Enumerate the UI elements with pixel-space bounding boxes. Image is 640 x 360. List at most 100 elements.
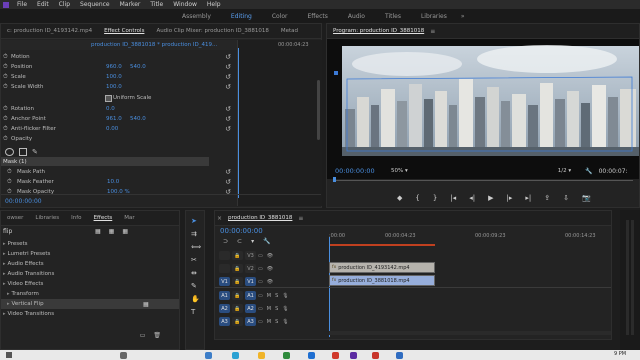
premiere-taskbar-icon[interactable] (350, 352, 357, 359)
ec-tab[interactable]: Audio Clip Mixer: production ID_3881018 (150, 28, 274, 34)
timeline-timecode[interactable]: 00:00:00:00 (220, 227, 263, 235)
sync-lock-icon[interactable]: ▭ (258, 279, 263, 285)
reset-icon[interactable]: ↺ (225, 53, 231, 61)
reset-icon[interactable]: ↺ (225, 83, 231, 91)
reset-icon[interactable]: ↺ (225, 105, 231, 113)
monitor-scrubber[interactable] (333, 180, 633, 181)
stopwatch-icon[interactable]: ⏱ (1, 105, 11, 113)
effects-tree-item[interactable]: ▸ Audio Effects (1, 259, 179, 269)
effects-panel-tab[interactable]: Mar (118, 215, 140, 221)
ellipse-mask-icon[interactable] (5, 148, 14, 156)
timeline-scrollbar[interactable] (329, 331, 611, 335)
workspace-tab-audio[interactable]: Audio (338, 13, 375, 20)
track-name[interactable]: V1 (245, 277, 256, 286)
solo-button[interactable]: S (275, 319, 278, 325)
taskbar-app-icon[interactable] (308, 352, 315, 359)
reset-icon[interactable]: ↺ (225, 63, 231, 71)
property-row[interactable]: ⏱ Opacity (1, 134, 237, 144)
stopwatch-icon[interactable]: ⏱ (1, 115, 11, 123)
lift-icon[interactable]: ⇪ (544, 194, 550, 202)
add-marker-timeline-icon[interactable]: ▾ (251, 238, 254, 245)
linked-selection-icon[interactable]: ⊂ (237, 238, 242, 245)
menu-help[interactable]: Help (202, 1, 226, 8)
effects-tree-item[interactable]: ▸ Video Effects (1, 279, 179, 289)
effects-tree-item[interactable]: ▸ Presets (1, 239, 179, 249)
mic-icon[interactable]: 🎙 (282, 293, 288, 299)
sequence-tab[interactable]: production ID_3881018 (222, 215, 298, 221)
mask-property-row[interactable]: ⏱ Mask Path ↺ (1, 167, 237, 177)
property-value[interactable]: 100.0 (106, 74, 130, 80)
property-value[interactable]: 0.0 (106, 106, 130, 112)
workspace-tab-titles[interactable]: Titles (375, 13, 411, 20)
monitor-playhead[interactable] (333, 177, 336, 182)
quality-select[interactable]: 1/2 ▾ (558, 168, 571, 174)
monitor-menu-icon[interactable]: ≡ (430, 28, 435, 35)
source-patch[interactable]: V1 (219, 277, 230, 286)
lock-icon[interactable]: 🔒 (232, 304, 243, 313)
toggle-output-icon[interactable]: 👁 (267, 253, 273, 259)
lock-icon[interactable]: 🔒 (232, 264, 243, 273)
property-value[interactable]: 960.0 (106, 64, 130, 70)
toggle-output-icon[interactable]: 👁 (267, 266, 273, 272)
ripple-edit-icon[interactable]: ⟺ (191, 243, 201, 251)
effects-panel-tab[interactable]: owser (1, 215, 29, 221)
hand-tool-icon[interactable]: ✋ (191, 295, 200, 303)
stopwatch-icon[interactable]: ⏱ (1, 53, 11, 61)
menu-edit[interactable]: Edit (32, 1, 54, 8)
reset-icon[interactable]: ↺ (225, 73, 231, 81)
source-patch[interactable] (219, 251, 230, 260)
sync-lock-icon[interactable]: ▭ (258, 253, 263, 259)
property-row[interactable]: ⏱ Scale 100.0 ↺ (1, 72, 237, 82)
effects-tree-item[interactable]: ▸ Vertical Flip ▦ (1, 299, 179, 309)
property-row[interactable]: ⏱ Position 960.0 540.0 ↺ (1, 62, 237, 72)
stopwatch-icon[interactable]: ⏱ (1, 125, 11, 133)
ec-timecode[interactable]: 00:00:00:00 (1, 198, 42, 205)
ec-playhead[interactable] (238, 48, 239, 198)
sync-lock-icon[interactable]: ▭ (258, 266, 263, 272)
slip-tool-icon[interactable]: ⇹ (191, 269, 197, 277)
selection-tool-icon[interactable]: ➤ (191, 217, 197, 225)
source-patch[interactable]: A3 (219, 317, 230, 326)
accelerated-effects-icon[interactable]: ▦ (95, 228, 101, 235)
taskbar-app-icon[interactable] (120, 352, 127, 359)
property-value-y[interactable]: 540.0 (130, 64, 146, 70)
reset-icon[interactable]: ↺ (225, 168, 231, 176)
taskbar-app-icon[interactable] (232, 352, 239, 359)
close-icon[interactable]: × (215, 215, 222, 222)
effects-panel-tab[interactable]: Info (65, 215, 87, 221)
go-to-in-icon[interactable]: |◂ (450, 194, 456, 202)
effects-tree-item[interactable]: ▸ Audio Transitions (1, 269, 179, 279)
mark-out-icon[interactable]: } (433, 194, 437, 202)
workspace-more-icon[interactable]: » (461, 13, 465, 20)
solo-button[interactable]: S (275, 306, 278, 312)
lock-icon[interactable]: 🔒 (232, 291, 243, 300)
stopwatch-icon[interactable]: ⏱ (1, 83, 11, 91)
effects-search-input[interactable]: flip (1, 228, 85, 235)
track-name[interactable]: A3 (245, 317, 256, 326)
workspace-tab-assembly[interactable]: Assembly (172, 13, 221, 20)
monitor-timecode[interactable]: 00:00:00:00 (327, 167, 387, 175)
ec-tab[interactable]: Metad (275, 28, 304, 34)
effects-tree-item[interactable]: ▸ Video Transitions (1, 309, 179, 319)
lock-icon[interactable]: 🔒 (232, 277, 243, 286)
mark-in-icon[interactable]: { (415, 194, 419, 202)
go-to-out-icon[interactable]: ▸| (525, 194, 531, 202)
extract-icon[interactable]: ⇩ (563, 194, 569, 202)
stopwatch-icon[interactable]: ⏱ (1, 63, 11, 71)
source-patch[interactable]: A1 (219, 291, 230, 300)
solo-button[interactable]: S (275, 293, 278, 299)
property-row[interactable]: ⏱ Scale Width 100.0 ↺ (1, 82, 237, 92)
source-patch[interactable] (219, 264, 230, 273)
pen-tool-icon[interactable]: ✎ (191, 282, 197, 290)
timeline-clip[interactable]: fx production ID_3881018.mp4 (329, 275, 435, 286)
mic-icon[interactable]: 🎙 (282, 319, 288, 325)
uniform-scale-checkbox[interactable] (105, 94, 112, 102)
mute-button[interactable]: M (267, 319, 271, 325)
track-name[interactable]: V2 (245, 264, 256, 273)
timeline-clip[interactable]: fx production ID_4193142.mp4 (329, 262, 435, 273)
settings-icon[interactable]: 🔧 (263, 238, 270, 245)
property-row[interactable]: Uniform Scale (1, 93, 237, 103)
menu-file[interactable]: File (12, 1, 32, 8)
menu-title[interactable]: Title (145, 1, 168, 8)
razor-tool-icon[interactable]: ✂ (191, 256, 197, 264)
